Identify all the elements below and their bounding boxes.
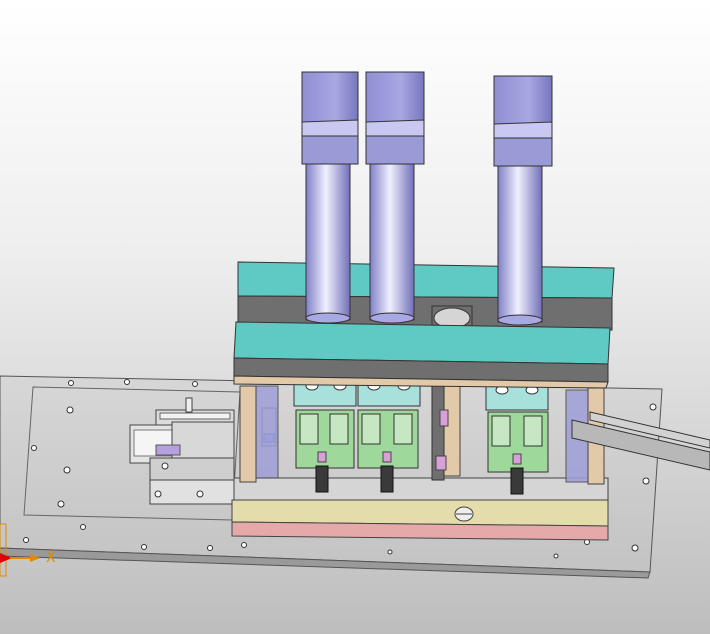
cad-viewport[interactable]: X bbox=[0, 0, 710, 634]
cylinder-1 bbox=[301, 71, 359, 324]
machine-base bbox=[231, 477, 609, 541]
cad-model-drawing bbox=[0, 71, 710, 579]
x-axis-label: X bbox=[46, 550, 56, 566]
upper-plates bbox=[233, 261, 615, 389]
